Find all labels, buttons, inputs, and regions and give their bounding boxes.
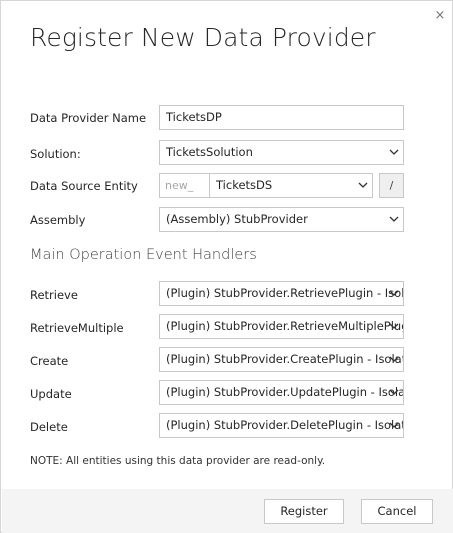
create-select[interactable]: (Plugin) StubProvider.CreatePlugin - Iso… [159, 347, 404, 372]
chevron-down-icon [389, 356, 399, 362]
read-only-note: NOTE: All entities using this data provi… [30, 455, 326, 467]
assembly-value: (Assembly) StubProvider [166, 212, 308, 226]
chevron-down-icon [389, 323, 399, 329]
solution-value: TicketsSolution [166, 145, 253, 159]
create-value: (Plugin) StubProvider.CreatePlugin - Iso… [166, 352, 403, 366]
retrieve-select[interactable]: (Plugin) StubProvider.RetrievePlugin - I… [159, 281, 404, 306]
register-button[interactable]: Register [264, 499, 344, 524]
retrieve-multiple-label: RetrieveMultiple [30, 321, 124, 335]
edit-data-source-button[interactable]: / [379, 173, 404, 198]
delete-value: (Plugin) StubProvider.DeletePlugin - Iso… [166, 418, 403, 432]
chevron-down-icon [389, 149, 399, 155]
delete-select[interactable]: (Plugin) StubProvider.DeletePlugin - Iso… [159, 413, 404, 438]
data-source-value: TicketsDS [216, 178, 273, 192]
retrieve-label: Retrieve [30, 288, 78, 302]
solution-label: Solution: [30, 147, 81, 161]
solution-select[interactable]: TicketsSolution [159, 140, 404, 165]
dialog-title: Register New Data Provider [30, 23, 376, 52]
chevron-down-icon [389, 389, 399, 395]
chevron-down-icon [358, 182, 368, 188]
delete-label: Delete [30, 420, 68, 434]
provider-name-input[interactable]: TicketsDP [159, 105, 404, 130]
provider-name-label: Data Provider Name [30, 111, 147, 125]
event-handlers-section-title: Main Operation Event Handlers [30, 247, 257, 263]
assembly-select[interactable]: (Assembly) StubProvider [159, 207, 404, 232]
chevron-down-icon [389, 422, 399, 428]
update-select[interactable]: (Plugin) StubProvider.UpdatePlugin - Iso… [159, 380, 404, 405]
close-icon[interactable]: × [433, 9, 447, 23]
data-source-prefix: new_ [159, 173, 210, 198]
chevron-down-icon [389, 290, 399, 296]
data-source-select[interactable]: TicketsDS [209, 173, 373, 198]
cancel-button[interactable]: Cancel [361, 499, 433, 524]
create-label: Create [30, 354, 69, 368]
update-value: (Plugin) StubProvider.UpdatePlugin - Iso… [166, 385, 403, 399]
provider-name-value: TicketsDP [166, 110, 222, 124]
assembly-label: Assembly [30, 213, 86, 227]
retrieve-value: (Plugin) StubProvider.RetrievePlugin - I… [166, 286, 403, 300]
chevron-down-icon [389, 216, 399, 222]
update-label: Update [30, 387, 72, 401]
data-source-label: Data Source Entity [30, 179, 138, 193]
retrieve-multiple-value: (Plugin) StubProvider.RetrieveMultiplePl… [166, 319, 403, 333]
retrieve-multiple-select[interactable]: (Plugin) StubProvider.RetrieveMultiplePl… [159, 314, 404, 339]
register-data-provider-dialog: × Register New Data Provider Data Provid… [0, 0, 453, 533]
